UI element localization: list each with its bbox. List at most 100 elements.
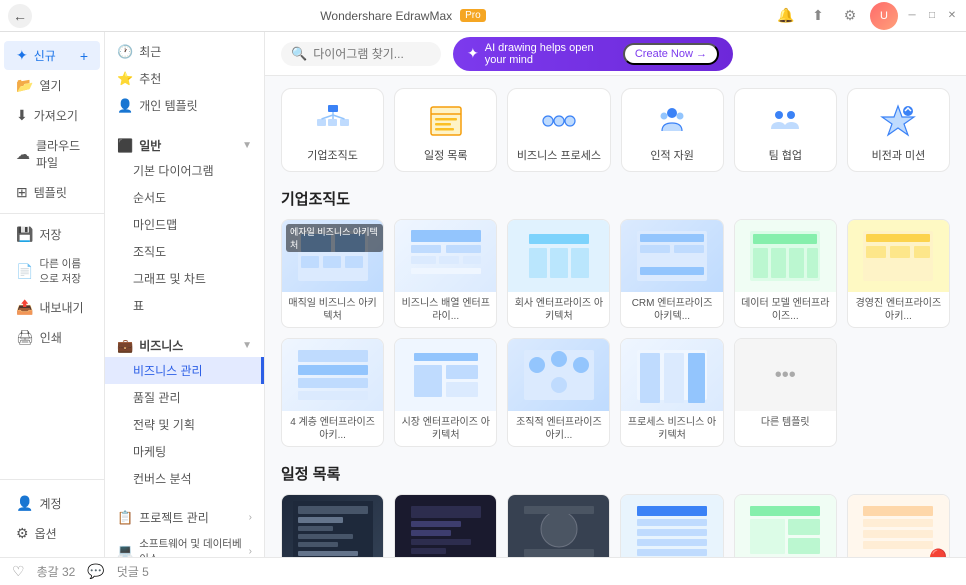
nav-charts[interactable]: 그래프 및 차트 xyxy=(105,265,264,292)
sidebar-item-save[interactable]: 💾 저장 xyxy=(4,220,100,249)
sidebar-item-open[interactable]: 📂 열기 xyxy=(4,71,100,100)
titlebar: ← Wondershare EdrawMax Pro 🔔 ⬆ ⚙ U ─ □ ✕ xyxy=(0,0,966,32)
nav-basic-diagram[interactable]: 기본 다이어그램 xyxy=(105,157,264,184)
sidebar: ✦ 신규 + 📂 열기 ⬇ 가져오기 ☁ 클라우드 파일 ⊞ 템플릿 xyxy=(0,32,105,557)
close-button[interactable]: ✕ xyxy=(946,10,958,22)
sidebar-item-cloud[interactable]: ☁ 클라우드 파일 xyxy=(4,131,100,177)
personal-icon: 👤 xyxy=(117,98,133,114)
template-label: 경영진 엔터프라이즈 아키... xyxy=(848,292,949,327)
import-icon: ⬇ xyxy=(16,107,28,124)
notification-icon[interactable]: 🔔 xyxy=(774,4,798,28)
nav-table[interactable]: 표 xyxy=(105,292,264,319)
schedule-section-title: 일정 목록 xyxy=(281,463,950,484)
category-vision[interactable]: 비전과 미션 xyxy=(847,88,950,172)
template-label: 비즈니스 배열 엔터프라이... xyxy=(395,292,496,327)
nav-quality[interactable]: 품질 관리 xyxy=(105,384,264,411)
template-card[interactable]: 비즈니스 배열 엔터프라이... xyxy=(394,219,497,328)
nav-software-db[interactable]: 💻 소프트웨어 및 데이터베이스 › xyxy=(105,531,264,557)
ai-icon: ✦ xyxy=(467,45,479,62)
team-icon xyxy=(767,103,803,139)
nav-strategy[interactable]: 전략 및 기획 xyxy=(105,411,264,438)
template-label: 시장 엔터프라이즈 아키텍처 xyxy=(395,411,496,446)
maximize-button[interactable]: □ xyxy=(926,10,938,22)
nav-canvas[interactable]: 컨버스 분석 xyxy=(105,465,264,492)
share-icon[interactable]: ⬆ xyxy=(806,4,830,28)
expand-icon: ▼ xyxy=(242,140,252,151)
schedule-template-card[interactable]: 작고 이사회 최의 의제 xyxy=(734,494,837,557)
template-thumb-svg xyxy=(519,345,599,405)
template-thumb-svg xyxy=(745,226,825,286)
template-card[interactable]: 에자일 비즈니스 아키텍처 매직일 비즈니스 아키텍처 xyxy=(281,219,384,328)
software-expand-icon: › xyxy=(249,546,252,557)
left-navigation: 🕐 최근 ⭐ 추천 👤 개인 템플릿 ⬛ 일반 ▼ 기본 다이어그램 순서도 마… xyxy=(105,32,265,557)
create-now-button[interactable]: Create Now → xyxy=(623,43,719,65)
template-card[interactable]: 회사 엔터프라이즈 아키텍처 xyxy=(507,219,610,328)
category-label-process: 비즈니스 프로세스 xyxy=(516,147,601,163)
nav-business-management[interactable]: 비즈니스 관리 xyxy=(105,357,264,384)
nav-mindmap[interactable]: 마인드맵 xyxy=(105,211,264,238)
sidebar-item-account[interactable]: 👤 계정 xyxy=(4,489,100,518)
template-card[interactable]: 경영진 엔터프라이즈 아키... xyxy=(847,219,950,328)
category-label-hr: 인적 자원 xyxy=(630,147,715,163)
template-thumb-svg xyxy=(632,345,712,405)
sidebar-item-save-as[interactable]: 📄 다른 이름으로 저장 xyxy=(4,250,100,292)
user-avatar[interactable]: U xyxy=(870,2,898,30)
nav-personal-template[interactable]: 👤 개인 템플릿 xyxy=(105,92,264,119)
sidebar-item-template[interactable]: ⊞ 템플릿 xyxy=(4,178,100,207)
more-dots-icon: ••• xyxy=(775,364,796,387)
template-thumb-svg xyxy=(632,226,712,286)
category-team[interactable]: 팀 협업 xyxy=(734,88,837,172)
nav-recent[interactable]: 🕐 최근 xyxy=(105,38,264,65)
schedule-template-card[interactable]: 연례 회의 의제 xyxy=(281,494,384,557)
category-hr[interactable]: 인적 자원 xyxy=(621,88,724,172)
pro-badge: Pro xyxy=(460,9,486,22)
nav-marketing[interactable]: 마케팅 xyxy=(105,438,264,465)
schedule-template-card[interactable]: 회의 일정 xyxy=(620,494,723,557)
schedule-template-card[interactable]: Life 🔴 스포츠 팀 회의 일정 xyxy=(847,494,950,557)
nav-flowchart[interactable]: 순서도 xyxy=(105,184,264,211)
template-label: 프로세스 비즈니스 아키텍처 xyxy=(621,411,722,446)
template-card[interactable]: 조직적 엔터프라이즈 아키... xyxy=(507,338,610,447)
back-button[interactable]: ← xyxy=(8,4,32,28)
template-card[interactable]: CRM 엔터프라이즈 아키텍... xyxy=(620,219,723,328)
template-card[interactable]: 프로세스 비즈니스 아키텍처 xyxy=(620,338,723,447)
schedule-thumb-svg xyxy=(745,501,825,557)
minimize-button[interactable]: ─ xyxy=(906,10,918,22)
nav-general-header[interactable]: ⬛ 일반 ▼ xyxy=(105,131,264,157)
heart-icon: ♡ xyxy=(12,563,25,580)
schedule-thumb-svg xyxy=(406,501,486,557)
template-icon: ⊞ xyxy=(16,184,28,201)
schedule-thumb-svg xyxy=(293,501,373,557)
category-schedule[interactable]: 일정 목록 xyxy=(394,88,497,172)
search-box[interactable]: 🔍 xyxy=(281,42,441,66)
nav-project[interactable]: 📋 프로젝트 관리 › xyxy=(105,504,264,531)
vision-icon xyxy=(880,103,916,139)
template-card[interactable]: 데이터 모델 엔터프라이즈... xyxy=(734,219,837,328)
schedule-template-card[interactable]: 포럼 의제 xyxy=(507,494,610,557)
settings-icon[interactable]: ⚙ xyxy=(838,4,862,28)
category-row: 기업조직도 일정 목록 xyxy=(281,88,950,172)
sidebar-item-new[interactable]: ✦ 신규 + xyxy=(4,41,100,70)
star-icon: ⭐ xyxy=(117,71,133,87)
sidebar-item-options[interactable]: ⚙ 옵션 xyxy=(4,519,100,548)
nav-orgchart[interactable]: 조직도 xyxy=(105,238,264,265)
general-icon: ⬛ xyxy=(117,138,133,154)
template-label: 매직일 비즈니스 아키텍처 xyxy=(282,292,383,327)
template-card-more[interactable]: ••• 다른 템플릿 xyxy=(734,338,837,447)
nav-recommended[interactable]: ⭐ 추천 xyxy=(105,65,264,92)
app-title: Wondershare EdrawMax xyxy=(320,9,452,23)
export-icon: 📤 xyxy=(16,299,33,316)
template-card[interactable]: 시장 엔터프라이즈 아키텍처 xyxy=(394,338,497,447)
nav-business-header[interactable]: 💼 비즈니스 ▼ xyxy=(105,331,264,357)
business-icon: 💼 xyxy=(117,338,133,354)
category-business-process[interactable]: 비즈니스 프로세스 xyxy=(507,88,610,172)
schedule-template-card[interactable]: 비즈니스 회의 일정 xyxy=(394,494,497,557)
business-expand-icon: ▼ xyxy=(242,340,252,351)
sidebar-item-print[interactable]: 🖨 인쇄 xyxy=(4,323,100,352)
sidebar-item-export[interactable]: 📤 내보내기 xyxy=(4,293,100,322)
category-org-chart[interactable]: 기업조직도 xyxy=(281,88,384,172)
search-input[interactable] xyxy=(313,47,431,61)
category-label-team: 팀 협업 xyxy=(743,147,828,163)
template-card[interactable]: 4 계층 엔터프라이즈 아키... xyxy=(281,338,384,447)
sidebar-item-import[interactable]: ⬇ 가져오기 xyxy=(4,101,100,130)
